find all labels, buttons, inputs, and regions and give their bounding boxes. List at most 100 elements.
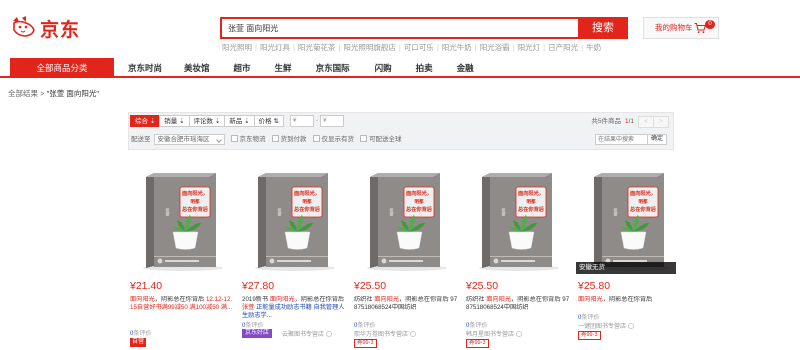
hot-word[interactable]: 阳光灯 [518,43,541,52]
search-input[interactable] [222,19,586,37]
cover-title-line: 明都 [191,198,200,205]
product-card[interactable]: 面向阳光， 明都 总在你背后 张萱 安徽无货 ¥25.80 面向阳光，阴影总在你背后 … [576,160,686,350]
cart-button[interactable]: 我的购物车 0 [643,17,719,39]
product-price: ¥25.50 [354,280,387,292]
next-page-button[interactable]: > [653,116,669,128]
hot-word[interactable]: 可口可乐 [404,43,434,52]
checkbox-in-stock[interactable]: 仅显示有货 [312,134,354,146]
nav-item-finance[interactable]: 金融 [457,58,474,78]
chat-icon[interactable] [628,323,635,329]
product-card[interactable]: 面向阳光， 明都 总在你背后 张萱 ¥27.80 2019新书 面向阳光，阴影总在你背… [240,160,350,350]
hot-word[interactable]: 牛奶 [586,43,601,52]
divider: | [398,43,401,52]
book-cover-image: 面向阳光，明都总在你背后 张萱 [367,173,447,271]
sort-price[interactable]: 价格 ⇅ [253,115,284,127]
review-count[interactable]: 0条评价 [578,312,599,321]
cover-author: 张萱 [278,207,283,217]
prev-page-button[interactable]: < [638,116,654,128]
product-image[interactable]: 面向阳光， 明都 总在你背后 张萱 [464,160,574,275]
title-highlight: 面向阳光 [130,296,155,303]
hot-word[interactable]: 阳光菊花茶 [298,43,336,52]
cover-title-line: 总在你背后 [182,205,209,213]
hot-word[interactable]: 阳光浴霸 [480,43,510,52]
product-grid: 面向阳光， 明都 总在你背后 张萱 ¥21.40 面向阳光，阴影总在你背后 12.12… [128,160,688,350]
product-title[interactable]: 纺织社 面向阳光，阴影总在你背后 9787518068524中国纺织 [466,296,570,318]
coupon-badge[interactable]: 券99-3 [354,339,377,348]
review-count[interactable]: 0条评价 [354,320,375,329]
cover-title-line: 明都 [639,198,648,205]
cover-title-line: 明都 [415,198,424,205]
ship-address-select[interactable]: 安徽合肥市瑶海区 [153,134,225,145]
sort-label: 价格 [258,118,272,125]
title-text: ，阴影总在你背后 [602,296,653,303]
nav-item-flash[interactable]: 闪购 [375,58,392,78]
product-card[interactable]: 面向阳光， 明都 总在你背后 张萱 ¥25.50 纺织社 面向阳光，阴影总在你背后 9… [464,160,574,350]
page-total: /1 [628,118,634,125]
review-count[interactable]: 0条评价 [242,320,263,329]
sort-reviews[interactable]: 评论数 ⇣ [188,115,226,127]
cart-label: 我的购物车 [655,23,693,32]
hot-word[interactable]: 阳光牛奶 [442,43,472,52]
product-title[interactable]: 纺织社 面向阳光，阴影总在你背后 9787518068524中国纺织 [354,296,458,318]
product-image[interactable]: 面向阳光， 明都 总在你背后 张萱 [240,160,350,275]
shop-name[interactable]: 韩月星图书专营店 [466,329,523,338]
nav-item-supermarket[interactable]: 超市 [234,58,251,78]
review-count[interactable]: 0条评价 [466,320,487,329]
breadcrumb-root[interactable]: 全部结果 [8,89,38,98]
shop-name[interactable]: 云聚图书专营店 [282,329,333,338]
price-min-input[interactable]: ¥ [289,115,314,127]
chat-icon[interactable] [326,331,333,337]
cover-title-line: 明都 [527,198,536,205]
title-text: ，阴影总在你背后 [154,296,205,303]
product-price: ¥25.80 [578,280,611,292]
nav-item-fresh[interactable]: 生鲜 [275,58,292,78]
breadcrumb-separator: > [40,89,45,98]
hot-word[interactable]: 日产阳光 [548,43,578,52]
chat-icon[interactable] [410,331,417,337]
product-card[interactable]: 面向阳光， 明都 总在你背后 张萱 ¥21.40 面向阳光，阴影总在你背后 12.12… [128,160,238,350]
nav-item-beauty[interactable]: 美妆馆 [184,58,210,78]
coupon-badge[interactable]: 券99-3 [466,339,489,348]
nav-item-fashion[interactable]: 京东时尚 [128,58,162,78]
cover-author: 张萱 [166,207,171,217]
sort-comprehensive[interactable]: 综合 ⇣ [130,115,161,127]
product-title[interactable]: 面向阳光，阴影总在你背后 12.12-12.15自营好书满99减50 满100减… [130,296,234,318]
chat-icon[interactable] [516,331,523,337]
cover-author: 张萱 [390,207,395,217]
product-image[interactable]: 面向阳光， 明都 总在你背后 张萱 [128,160,238,275]
price-max-input[interactable]: ¥ [320,115,344,127]
hot-words: 阳光照明 | 阳光灯具 | 阳光菊花茶 | 阳光照明旗舰店 | 可口可乐 | 阳光牛奶 | 阳光浴霸 | 阳… [222,42,601,54]
title-prefix: 纺织社 [466,296,487,303]
sort-new[interactable]: 新品 ⇣ [224,115,255,127]
checkbox-cod[interactable]: 货到付款 [271,134,307,146]
book-cover-image: 面向阳光，明都总在你背后 张萱 [591,173,671,271]
nav-item-auction[interactable]: 拍卖 [416,58,433,78]
coupon-badge[interactable]: 券99-3 [578,331,601,340]
shop-name[interactable]: 一键团图书专营店 [578,321,635,330]
ship-label: 配送至 [131,136,151,143]
shop-label: 韩月星图书专营店 [466,332,515,338]
search-button[interactable]: 搜索 [578,17,628,39]
title-highlight: 面向阳光 [578,296,603,303]
breadcrumb-query: "张萱 面向阳光" [46,89,99,98]
search-within-input[interactable] [595,134,648,145]
product-image[interactable]: 面向阳光， 明都 总在你背后 张萱 [576,160,686,275]
nav-item-international[interactable]: 京东国际 [316,58,350,78]
cover-title-line: 明都 [303,198,312,205]
hot-word[interactable]: 阳光照明 [222,43,252,52]
checkbox-global[interactable]: 可配送全球 [360,134,402,146]
product-image[interactable]: 面向阳光， 明都 总在你背后 张萱 [352,160,462,275]
product-title[interactable]: 2019新书 面向阳光，阴影总在你背后 张萱 正能量成功励志书籍 自我管理人生励… [242,296,346,318]
shop-name[interactable]: 熙华万卷图书专营店 [354,329,417,338]
jd-logo[interactable]: 京东 [10,14,90,41]
hot-word[interactable]: 阳光照明旗舰店 [343,43,396,52]
mini-pager: 共5件商品 1/1 < > [591,116,669,128]
sort-sales[interactable]: 销量 ⇣ [159,115,190,127]
all-categories-button[interactable]: 全部商品分类 [10,58,114,78]
hot-word[interactable]: 阳光灯具 [260,43,290,52]
checkbox-jd-logistics[interactable]: 京东物流 [230,134,266,146]
review-count[interactable]: 0条评价 [130,328,151,337]
search-within-button[interactable]: 确定 [647,134,667,145]
product-card[interactable]: 面向阳光， 明都 总在你背后 张萱 ¥25.50 纺织社 面向阳光，阴影总在你背后 9… [352,160,462,350]
arrow-down-icon: ⇣ [214,118,221,125]
